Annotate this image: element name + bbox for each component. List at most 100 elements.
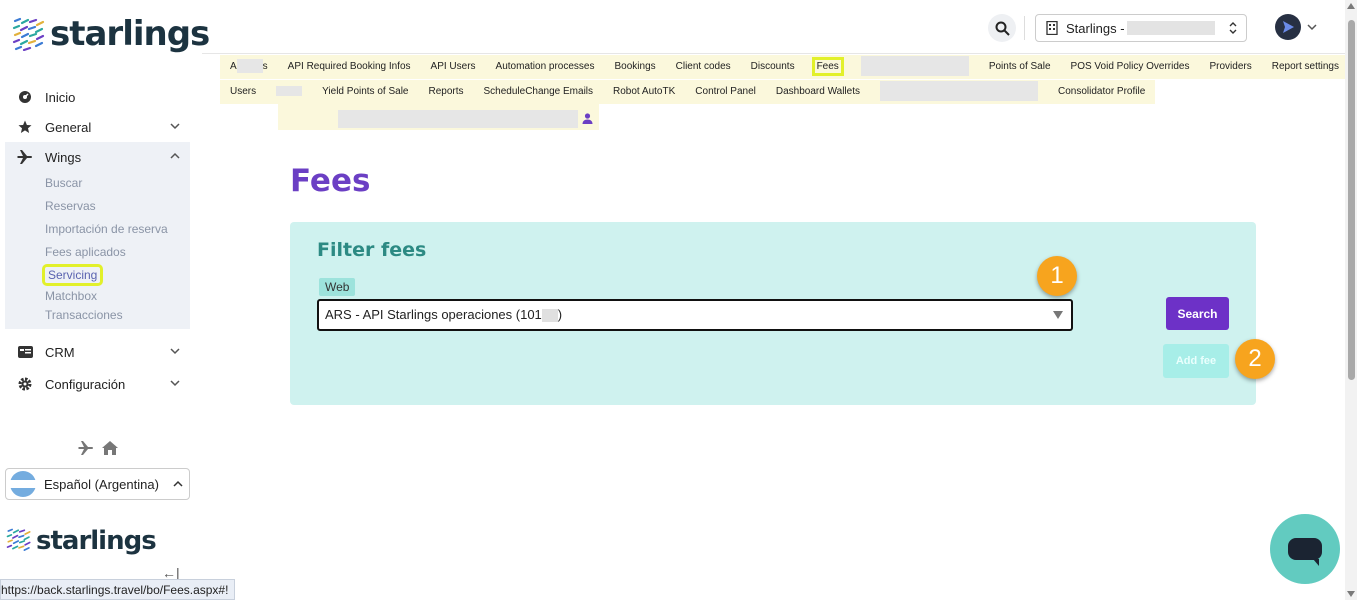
menu-label: A: [230, 61, 237, 72]
annotation-badge-1: 1: [1037, 256, 1077, 296]
search-button[interactable]: Search: [1166, 297, 1229, 330]
menu-item-automation-processes[interactable]: Automation processes: [485, 55, 605, 79]
dashboard-icon: [17, 89, 33, 105]
menu-label: Providers: [1209, 61, 1252, 72]
menu-item-report-settings[interactable]: Report settings: [1261, 55, 1349, 79]
subitem-label: Importación de reserva: [45, 222, 168, 236]
menu-item-redacted[interactable]: [870, 80, 1048, 104]
company-selector[interactable]: Starlings -: [1035, 14, 1247, 42]
add-fee-button[interactable]: Add fee: [1163, 344, 1229, 378]
sidebar-subitem-importacion[interactable]: Importación de reserva: [5, 218, 190, 241]
web-select[interactable]: ARS - API Starlings operaciones (101): [317, 299, 1073, 331]
menu-item-api-required-booking-infos[interactable]: API Required Booking Infos: [277, 55, 421, 79]
menu-label: Points of Sale: [988, 61, 1051, 72]
argentina-flag-icon: [10, 471, 36, 497]
menu-item-reports[interactable]: Reports: [418, 80, 474, 104]
user-avatar[interactable]: [1275, 14, 1301, 40]
sidebar-item-crm[interactable]: CRM: [5, 337, 190, 367]
redacted: [236, 59, 263, 74]
brand-name: starlings: [50, 14, 210, 54]
starlings-logo-icon: [6, 528, 31, 552]
sidebar-subitem-transacciones[interactable]: Transacciones: [5, 306, 190, 325]
menu-item-dashboard-wallets[interactable]: Dashboard Wallets: [765, 80, 870, 104]
chevron-up-icon: [173, 480, 183, 487]
menu-item-consolidator-profile[interactable]: Consolidator Profile: [1048, 80, 1156, 104]
scrollbar-thumb[interactable]: [1348, 20, 1355, 380]
menu-item-redacted-user[interactable]: [278, 104, 599, 130]
menu-item-schedulechange-emails[interactable]: ScheduleChange Emails: [473, 80, 604, 104]
sidebar-subitem-buscar[interactable]: Buscar: [5, 172, 190, 195]
sidebar-item-wings[interactable]: Wings: [5, 142, 190, 172]
menu-label: Client codes: [675, 61, 731, 72]
sidebar-subitem-matchbox[interactable]: Matchbox: [5, 287, 190, 306]
filter-title: Filter fees: [317, 239, 427, 261]
menu-item-redacted[interactable]: [850, 55, 979, 79]
scroll-down-icon[interactable]: [1347, 591, 1355, 597]
brand-logo[interactable]: starlings: [12, 14, 210, 54]
scroll-up-icon[interactable]: [1347, 3, 1355, 9]
plane-icon: [17, 149, 33, 165]
page-scrollbar[interactable]: [1345, 0, 1357, 600]
menu-item-users[interactable]: Users: [220, 80, 267, 104]
menu-item-robot-autotk[interactable]: Robot AutoTK: [603, 80, 686, 104]
sidebar-shortcuts: [78, 441, 118, 455]
subitem-label: Buscar: [45, 176, 83, 190]
chevron-down-icon: [170, 123, 180, 130]
menu-label: Yield Points of Sale: [322, 86, 409, 97]
subitem-label: Reservas: [45, 199, 96, 213]
send-arrow-icon: [1283, 21, 1294, 33]
menu-item-fees[interactable]: Fees: [804, 55, 851, 79]
menu-item-points-of-sale[interactable]: Points of Sale: [978, 55, 1061, 79]
subitem-label: Servicing: [41, 264, 104, 286]
menu-item-redacted[interactable]: [266, 80, 313, 104]
search-button[interactable]: [988, 14, 1016, 42]
web-select-suffix: ): [557, 307, 563, 322]
starlings-logo-icon: [12, 17, 45, 51]
dropdown-arrow-icon: [1053, 311, 1063, 319]
star-icon: [17, 119, 33, 135]
menu-label: s: [262, 61, 268, 72]
company-name: Starlings -: [1066, 20, 1125, 36]
plane-shortcut-icon[interactable]: [78, 441, 94, 455]
chevron-down-icon[interactable]: [1307, 22, 1317, 32]
sidebar-subitem-reservas[interactable]: Reservas: [5, 195, 190, 218]
sidebar-item-general[interactable]: General: [5, 112, 190, 142]
menu-label: Discounts: [750, 61, 795, 72]
menu-item-api-users[interactable]: API Users: [420, 55, 486, 79]
sidebar-subitem-servicing[interactable]: Servicing: [5, 264, 190, 287]
updown-chevron-icon: [1229, 22, 1237, 34]
menu-item-client-codes[interactable]: Client codes: [665, 55, 741, 79]
redacted-company: [1126, 21, 1215, 35]
language-select[interactable]: Español (Argentina): [5, 468, 190, 500]
menu-label: POS Void Policy Overrides: [1070, 61, 1190, 72]
redacted: [880, 81, 1038, 102]
header-divider: [1024, 16, 1025, 40]
top-header: Starlings -: [202, 0, 1345, 54]
chat-launcher-button[interactable]: [1270, 514, 1340, 584]
menu-label: Consolidator Profile: [1058, 86, 1146, 97]
admin-menu-row-2: Users Yield Points of Sale Reports Sched…: [220, 80, 1156, 104]
sidebar-item-inicio[interactable]: Inicio: [5, 82, 190, 112]
sidebar-nav: Inicio General Wings Buscar Reservas Imp…: [5, 82, 190, 399]
page-title: Fees: [290, 163, 371, 199]
sidebar-item-label: CRM: [45, 344, 75, 360]
sidebar-subitem-fees-aplicados[interactable]: Fees aplicados: [5, 241, 190, 264]
redacted: [276, 86, 303, 97]
menu-item-a[interactable]: As: [220, 55, 278, 79]
menu-label: ScheduleChange Emails: [483, 86, 594, 97]
search-icon: [995, 21, 1010, 36]
menu-item-bookings[interactable]: Bookings: [604, 55, 666, 79]
menu-item-yield-points-of-sale[interactable]: Yield Points of Sale: [312, 80, 419, 104]
admin-menu-row-3: [278, 104, 599, 130]
home-icon[interactable]: [102, 441, 118, 455]
menu-label: Robot AutoTK: [613, 86, 676, 97]
sidebar-item-label: Inicio: [45, 89, 76, 105]
menu-label: Report settings: [1271, 61, 1339, 72]
menu-label: API Users: [430, 61, 476, 72]
menu-item-discounts[interactable]: Discounts: [740, 55, 805, 79]
menu-item-control-panel[interactable]: Control Panel: [685, 80, 766, 104]
sidebar-item-configuracion[interactable]: Configuración: [5, 369, 190, 399]
menu-item-providers[interactable]: Providers: [1199, 55, 1262, 79]
menu-item-pos-void-policy[interactable]: POS Void Policy Overrides: [1060, 55, 1200, 79]
redacted: [338, 109, 578, 128]
